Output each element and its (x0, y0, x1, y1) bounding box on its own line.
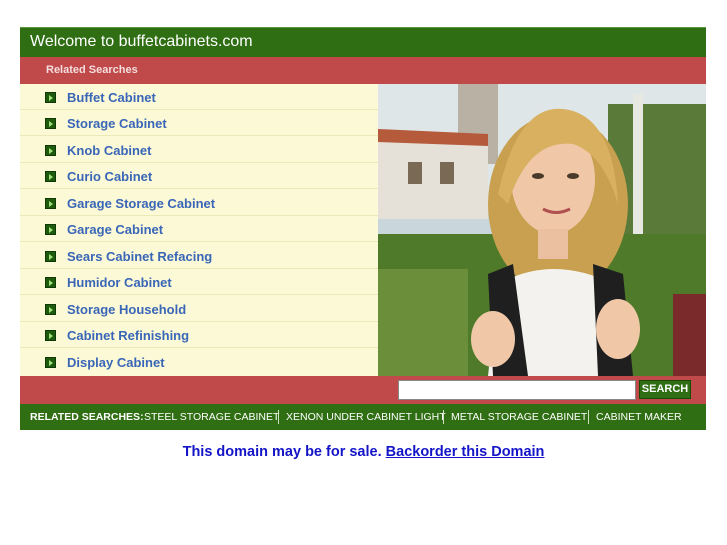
list-item[interactable]: Curio Cabinet (20, 163, 378, 189)
divider (443, 410, 444, 424)
list-item-link[interactable]: Display Cabinet (67, 355, 165, 370)
list-item-link[interactable]: Knob Cabinet (67, 143, 152, 158)
footer-link[interactable]: CABINET MAKER (596, 411, 682, 423)
arrow-bullet-icon (45, 171, 56, 182)
sale-text: This domain may be for sale. (182, 444, 382, 460)
arrow-bullet-icon (45, 251, 56, 262)
list-item-link[interactable]: Storage Household (67, 302, 186, 317)
search-input[interactable] (398, 380, 636, 400)
list-item[interactable]: Garage Cabinet (20, 216, 378, 242)
related-searches-footer: RELATED SEARCHES: STEEL STORAGE CABINET … (20, 404, 706, 430)
list-item[interactable]: Storage Household (20, 296, 378, 322)
arrow-bullet-icon (45, 198, 56, 209)
list-item[interactable]: Humidor Cabinet (20, 269, 378, 295)
related-searches-heading: Related Searches (46, 64, 138, 76)
arrow-bullet-icon (45, 224, 56, 235)
backorder-link[interactable]: Backorder this Domain (386, 444, 545, 460)
arrow-bullet-icon (45, 304, 56, 315)
header-bar: Welcome to buffetcabinets.com (20, 27, 706, 57)
related-searches-bar: Related Searches (20, 57, 706, 84)
list-item-link[interactable]: Garage Cabinet (67, 222, 163, 237)
search-bar: SEARCH (20, 376, 706, 404)
hero-photo (378, 84, 706, 376)
search-button[interactable]: SEARCH (639, 380, 691, 399)
list-item-link[interactable]: Buffet Cabinet (67, 90, 156, 105)
list-item[interactable]: Storage Cabinet (20, 110, 378, 136)
list-item-link[interactable]: Curio Cabinet (67, 169, 152, 184)
arrow-bullet-icon (45, 330, 56, 341)
domain-sale-notice: This domain may be for sale. Backorder t… (0, 444, 727, 460)
arrow-bullet-icon (45, 357, 56, 368)
footer-label: RELATED SEARCHES: (30, 411, 144, 423)
list-item-link[interactable]: Storage Cabinet (67, 116, 167, 131)
footer-link[interactable]: XENON UNDER CABINET LIGHT (286, 411, 446, 423)
list-item[interactable]: Garage Storage Cabinet (20, 190, 378, 216)
footer-link[interactable]: METAL STORAGE CABINET (451, 411, 587, 423)
list-item-link[interactable]: Humidor Cabinet (67, 275, 172, 290)
list-item-link[interactable]: Sears Cabinet Refacing (67, 249, 212, 264)
page-frame: Welcome to buffetcabinets.com Related Se… (20, 27, 706, 430)
list-item[interactable]: Cabinet Refinishing (20, 322, 378, 348)
footer-link[interactable]: STEEL STORAGE CABINET (144, 411, 279, 423)
student-photo-illustration (378, 84, 706, 376)
divider (278, 410, 279, 424)
list-item[interactable]: Sears Cabinet Refacing (20, 243, 378, 269)
divider (588, 410, 589, 424)
site-title: Welcome to buffetcabinets.com (30, 33, 253, 50)
arrow-bullet-icon (45, 277, 56, 288)
arrow-bullet-icon (45, 118, 56, 129)
list-item[interactable]: Display Cabinet (20, 349, 378, 375)
list-item[interactable]: Buffet Cabinet (20, 84, 378, 110)
arrow-bullet-icon (45, 92, 56, 103)
list-item-link[interactable]: Garage Storage Cabinet (67, 196, 215, 211)
related-list: Buffet Cabinet Storage Cabinet Knob Cabi… (20, 84, 378, 376)
list-item[interactable]: Knob Cabinet (20, 137, 378, 163)
list-item-link[interactable]: Cabinet Refinishing (67, 328, 189, 343)
arrow-bullet-icon (45, 145, 56, 156)
